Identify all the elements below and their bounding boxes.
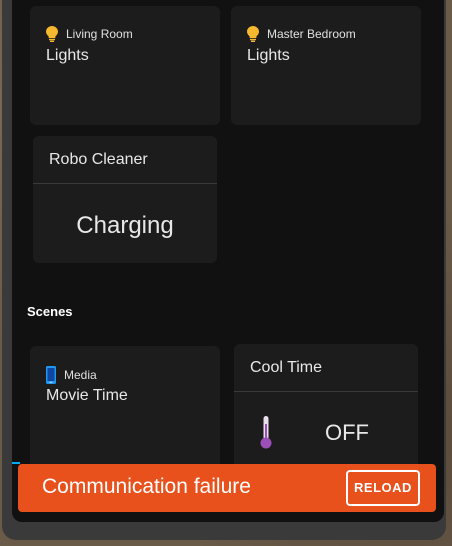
master-bedroom-lights-card[interactable]: Master Bedroom Lights xyxy=(231,6,421,125)
dashboard-screen: Living Room Lights Master Bedroom Lights… xyxy=(12,0,444,522)
cool-time-card[interactable]: Cool Time OFF xyxy=(234,344,418,476)
card-divider xyxy=(33,183,217,184)
thermometer-icon xyxy=(260,416,272,449)
cool-time-state[interactable]: OFF xyxy=(325,420,369,446)
cellphone-icon xyxy=(46,366,56,384)
robo-cleaner-state: Charging xyxy=(76,212,174,239)
communication-failure-toast: Communication failure RELOAD xyxy=(18,464,436,512)
robo-cleaner-title: Robo Cleaner xyxy=(49,151,148,168)
device-frame: Living Room Lights Master Bedroom Lights… xyxy=(2,0,446,540)
scenes-section-label: Scenes xyxy=(27,304,73,319)
toast-message: Communication failure xyxy=(42,475,251,498)
media-area-label: Media xyxy=(64,368,97,382)
lightbulb-icon xyxy=(46,26,58,42)
living-room-lights-card[interactable]: Living Room Lights xyxy=(30,6,220,125)
cool-time-title: Cool Time xyxy=(250,359,323,376)
lightbulb-icon xyxy=(247,26,259,42)
media-header: Media xyxy=(46,366,97,384)
living-room-area-label: Living Room xyxy=(66,27,133,41)
robo-cleaner-card[interactable]: Robo Cleaner Charging xyxy=(33,136,217,263)
master-bedroom-header: Master Bedroom xyxy=(247,26,356,42)
master-bedroom-area-label: Master Bedroom xyxy=(267,27,356,41)
reload-button[interactable]: RELOAD xyxy=(346,470,420,506)
master-bedroom-name: Lights xyxy=(247,47,290,64)
living-room-header: Living Room xyxy=(46,26,133,42)
living-room-name: Lights xyxy=(46,47,89,64)
movie-time-name: Movie Time xyxy=(46,387,128,404)
card-divider xyxy=(234,391,418,392)
movie-time-scene-card[interactable]: Media Movie Time xyxy=(30,346,220,476)
